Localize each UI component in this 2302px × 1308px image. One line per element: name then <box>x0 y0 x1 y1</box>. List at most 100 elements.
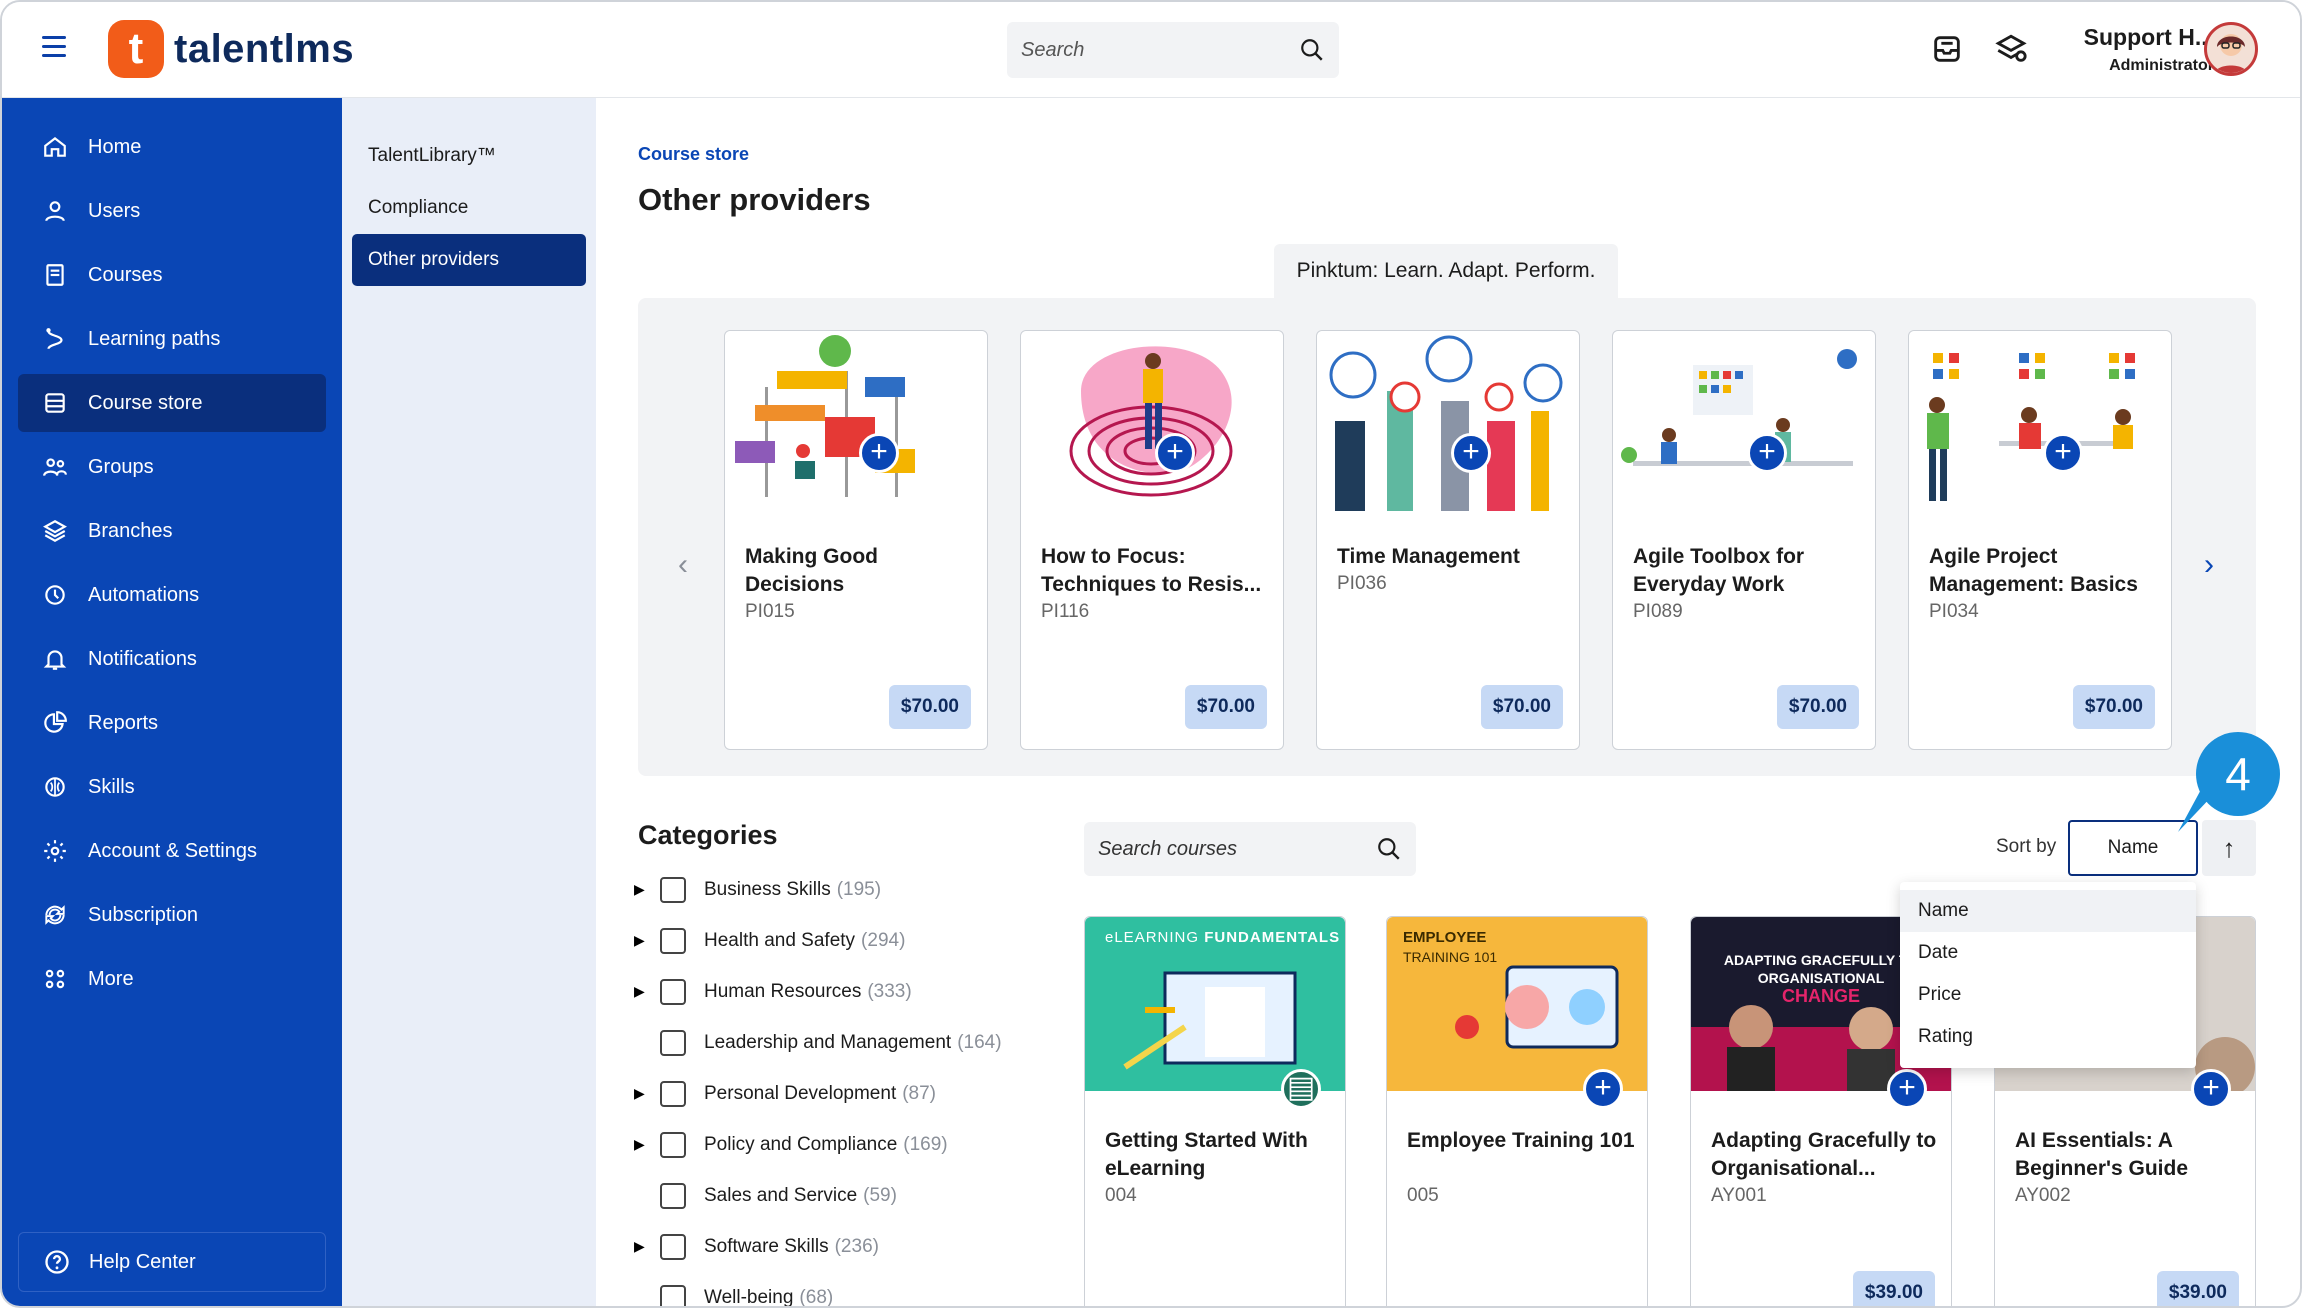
breadcrumb[interactable]: Course store <box>638 144 749 165</box>
add-course-button[interactable]: + <box>1747 433 1787 473</box>
category-count: (195) <box>836 878 882 900</box>
category-item[interactable]: ▶ Software Skills (236) <box>634 1221 1002 1272</box>
featured-course-card[interactable]: + Agile Toolbox for Everyday Work PI089 … <box>1612 330 1876 750</box>
pie-chart-icon <box>44 711 67 733</box>
sidebar-item-subscription[interactable]: Subscription <box>18 886 326 944</box>
course-title: Adapting Gracefully to Organisational... <box>1711 1129 1937 1180</box>
global-search[interactable] <box>1007 22 1339 78</box>
add-course-button[interactable]: + <box>2043 433 2083 473</box>
featured-course-card[interactable]: + How to Focus: Techniques to Resis... P… <box>1020 330 1284 750</box>
course-code: AY002 <box>2015 1185 2071 1206</box>
groups-icon <box>43 458 67 476</box>
sort-option-date[interactable]: Date <box>1900 932 2196 974</box>
category-item[interactable]: Well-being (68) <box>634 1272 1002 1306</box>
carousel-prev-icon[interactable]: ‹ <box>678 548 688 582</box>
subnav-item-talentlibrary[interactable]: TalentLibrary™ <box>352 130 586 182</box>
sort-option-price[interactable]: Price <box>1900 974 2196 1016</box>
category-checkbox[interactable] <box>660 1080 686 1107</box>
search-icon[interactable] <box>1299 37 1325 63</box>
sort-option-rating[interactable]: Rating <box>1900 1016 2196 1058</box>
category-checkbox[interactable] <box>660 927 686 954</box>
layers-icon <box>43 520 67 542</box>
add-course-button[interactable]: + <box>859 433 899 473</box>
sidebar-item-label: More <box>88 967 134 990</box>
category-item[interactable]: ▶ Business Skills (195) <box>634 864 1002 915</box>
featured-course-card[interactable]: + Making Good Decisions PI015 $70.00 <box>724 330 988 750</box>
provider-tab-pinktum[interactable]: Pinktum: Learn. Adapt. Perform. <box>1274 244 1618 298</box>
sidebar-item-more[interactable]: More <box>18 950 326 1008</box>
add-course-button[interactable]: + <box>1155 433 1195 473</box>
expand-caret-icon[interactable]: ▶ <box>634 1085 650 1102</box>
subnav-item-compliance[interactable]: Compliance <box>352 182 586 234</box>
category-checkbox[interactable] <box>660 1131 686 1158</box>
add-course-button[interactable]: + <box>1451 433 1491 473</box>
course-card[interactable]: EMPLOYEE TRAINING 101 + Employee Trainin… <box>1386 916 1648 1306</box>
sidebar-item-label: Reports <box>88 711 159 734</box>
global-search-input[interactable] <box>1021 38 1299 62</box>
help-center-button[interactable]: Help Center <box>18 1232 326 1292</box>
carousel-next-icon[interactable]: › <box>2204 548 2214 582</box>
inbox-icon[interactable] <box>1930 32 1964 66</box>
category-checkbox[interactable] <box>660 876 686 903</box>
sidebar-item-users[interactable]: Users <box>18 182 326 240</box>
category-item[interactable]: ▶ Human Resources (333) <box>634 966 1002 1017</box>
sidebar-item-label: Skills <box>88 775 135 798</box>
sidebar-item-label: Courses <box>88 263 163 286</box>
logo[interactable]: t talentlms <box>108 20 354 78</box>
category-item[interactable]: Leadership and Management (164) <box>634 1017 1002 1068</box>
featured-carousel: ‹ › + Making Good Decisions PI015 $70.00 <box>638 298 2256 776</box>
category-checkbox[interactable] <box>660 1284 686 1306</box>
category-checkbox[interactable] <box>660 1182 686 1209</box>
expand-caret-icon[interactable]: ▶ <box>634 1238 650 1255</box>
sidebar-item-course-store[interactable]: Course store <box>18 374 326 432</box>
avatar[interactable] <box>2204 22 2258 76</box>
category-item[interactable]: ▶ Personal Development (87) <box>634 1068 1002 1119</box>
help-center-label: Help Center <box>89 1250 196 1273</box>
sidebar-item-notifications[interactable]: Notifications <box>18 630 326 688</box>
user-menu[interactable]: Support H... Administrator <box>2064 24 2214 75</box>
category-item[interactable]: ▶ Health and Safety (294) <box>634 915 1002 966</box>
expand-caret-icon[interactable]: ▶ <box>634 983 650 1000</box>
category-item[interactable]: ▶ Policy and Compliance (169) <box>634 1119 1002 1170</box>
branches-switch-icon[interactable] <box>1994 32 2028 66</box>
sidebar-item-automations[interactable]: Automations <box>18 566 326 624</box>
gear-icon <box>44 840 66 862</box>
sidebar-item-courses[interactable]: Courses <box>18 246 326 304</box>
automation-icon <box>45 585 65 605</box>
featured-course-card[interactable]: + Time Management PI036 $70.00 <box>1316 330 1580 750</box>
sidebar-item-home[interactable]: Home <box>18 118 326 176</box>
category-item[interactable]: Sales and Service (59) <box>634 1170 1002 1221</box>
category-count: (294) <box>861 929 906 951</box>
sidebar-item-reports[interactable]: Reports <box>18 694 326 752</box>
menu-toggle-icon[interactable] <box>42 36 66 62</box>
category-checkbox[interactable] <box>660 1233 686 1260</box>
sidebar-item-skills[interactable]: Skills <box>18 758 326 816</box>
expand-caret-icon[interactable]: ▶ <box>634 932 650 949</box>
course-search[interactable] <box>1084 822 1416 876</box>
sidebar-item-branches[interactable]: Branches <box>18 502 326 560</box>
sidebar-item-account-settings[interactable]: Account & Settings <box>18 822 326 880</box>
sort-option-name[interactable]: Name <box>1900 890 2196 932</box>
expand-caret-icon[interactable]: ▶ <box>634 1136 650 1153</box>
team-board-illustration-icon <box>1621 349 1857 466</box>
thumbnail-caption: FUNDAMENTALS <box>1204 929 1341 946</box>
avatar-illustration-icon <box>2215 34 2247 73</box>
search-icon[interactable] <box>1376 836 1402 862</box>
course-card[interactable]: eLEARNING FUNDAMENTALS ▤ Getting Started… <box>1084 916 1346 1306</box>
course-search-input[interactable] <box>1098 837 1376 861</box>
help-icon <box>45 1250 69 1274</box>
subnav-item-other-providers[interactable]: Other providers <box>352 234 586 286</box>
featured-course-card[interactable]: + Agile Project Management: Basics PI034… <box>1908 330 2172 750</box>
category-checkbox[interactable] <box>660 978 686 1005</box>
course-price: $70.00 <box>2072 685 2155 729</box>
add-course-button[interactable]: + <box>2191 1069 2231 1109</box>
course-title: Getting Started With eLearning <box>1105 1129 1308 1180</box>
add-course-button[interactable]: + <box>1583 1069 1623 1109</box>
top-header: t talentlms Support H... Administrator <box>2 2 2300 98</box>
add-course-button[interactable]: + <box>1887 1069 1927 1109</box>
category-checkbox[interactable] <box>660 1029 686 1056</box>
sidebar-item-groups[interactable]: Groups <box>18 438 326 496</box>
expand-caret-icon[interactable]: ▶ <box>634 881 650 898</box>
course-type-book-icon: ▤ <box>1281 1069 1321 1109</box>
sidebar-item-learning-paths[interactable]: Learning paths <box>18 310 326 368</box>
